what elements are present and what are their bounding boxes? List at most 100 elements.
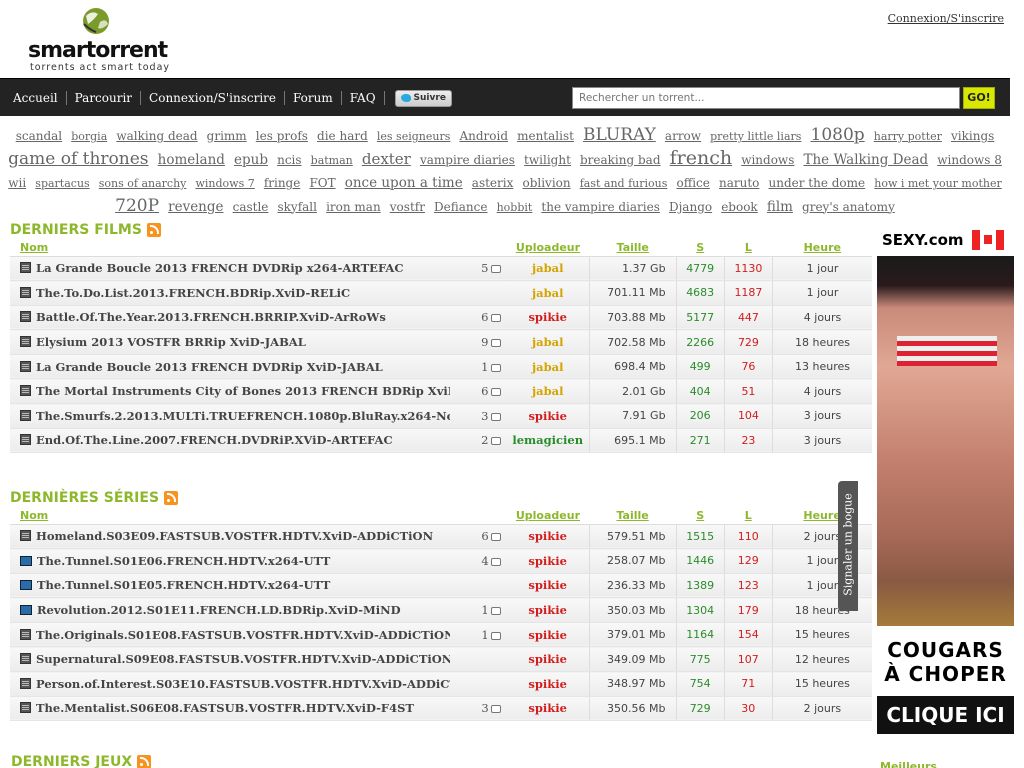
tag-link[interactable]: 720P	[115, 196, 159, 216]
col-leech[interactable]: L	[724, 240, 773, 257]
tag-link[interactable]: ebook	[721, 200, 758, 214]
tag-link[interactable]: scandal	[16, 129, 62, 143]
uploader-cell[interactable]: spikie	[506, 671, 590, 697]
search-go-button[interactable]: GO!	[963, 87, 995, 109]
comments-cell[interactable]: 1	[450, 621, 507, 648]
uploader-cell[interactable]: jabal	[506, 280, 590, 306]
tag-link[interactable]: fringe	[264, 176, 301, 190]
table-row[interactable]: The Mortal Instruments City of Bones 201…	[10, 378, 872, 405]
torrent-name-link[interactable]: The.Smurfs.2.2013.MULTi.TRUEFRENCH.1080p…	[36, 409, 450, 423]
rss-icon[interactable]	[164, 491, 179, 505]
uploader-cell[interactable]: spikie	[506, 548, 590, 574]
top-login-link[interactable]: Connexion/S'inscrire	[888, 12, 1004, 25]
torrent-name-link[interactable]: Revolution.2012.S01E11.FRENCH.LD.BDRip.X…	[37, 603, 401, 617]
tag-link[interactable]: epub	[234, 152, 268, 168]
uploader-cell[interactable]: jabal	[506, 329, 590, 355]
torrent-name-link[interactable]: The.Tunnel.S01E06.FRENCH.HDTV.x264-UTT	[37, 554, 330, 568]
torrent-name-link[interactable]: La Grande Boucle 2013 FRENCH DVDRip XviD…	[36, 360, 383, 374]
table-row[interactable]: Revolution.2012.S01E11.FRENCH.LD.BDRip.X…	[10, 597, 872, 623]
col-uploader[interactable]: Uploadeur	[506, 508, 590, 525]
comments-cell[interactable]: 6	[450, 304, 507, 331]
uploader-cell[interactable]: jabal	[506, 378, 590, 405]
games-section-title[interactable]: DERNIERS JEUX	[11, 754, 132, 768]
tag-link[interactable]: film	[767, 199, 793, 215]
tag-link[interactable]: FOT	[309, 176, 335, 190]
tag-link[interactable]: 1080p	[811, 125, 865, 145]
torrent-name-link[interactable]: End.Of.The.Line.2007.FRENCH.DVDRiP.XViD-…	[36, 433, 393, 447]
table-row[interactable]: The.Tunnel.S01E06.FRENCH.HDTV.x264-UTT 4 s…	[10, 548, 872, 574]
table-row[interactable]: The.Tunnel.S01E05.FRENCH.HDTV.x264-UTT sp…	[10, 572, 872, 599]
tag-link[interactable]: windows	[741, 153, 794, 167]
twitter-follow-button[interactable]: Suivre	[394, 89, 452, 107]
tag-link[interactable]: sons of anarchy	[99, 177, 187, 190]
tag-link[interactable]: grimm	[207, 129, 247, 143]
comments-cell[interactable]	[450, 572, 507, 599]
col-size[interactable]: Taille	[589, 240, 677, 257]
tag-link[interactable]: homeland	[158, 152, 225, 168]
table-row[interactable]: Supernatural.S09E08.FASTSUB.VOSTFR.HDTV.…	[10, 646, 872, 673]
torrent-name-link[interactable]: The.To.Do.List.2013.FRENCH.BDRip.XviD-RE…	[36, 286, 350, 300]
series-section-title[interactable]: DERNIÈRES SÉRIES	[10, 490, 159, 506]
site-logo[interactable]: smartorrent torrents act smart today	[28, 6, 169, 73]
table-row[interactable]: The.To.Do.List.2013.FRENCH.BDRip.XviD-RE…	[10, 280, 872, 306]
sidebar-ad[interactable]: SEXY.com COUGARS À CHOPER CLIQUE ICI	[877, 224, 1014, 738]
torrent-name-link[interactable]: Person.of.Interest.S03E10.FASTSUB.VOSTFR…	[36, 677, 450, 691]
tag-link[interactable]: twilight	[524, 153, 571, 167]
torrent-name-link[interactable]: The.Originals.S01E08.FASTSUB.VOSTFR.HDTV…	[36, 628, 450, 642]
uploader-cell[interactable]: spikie	[506, 572, 590, 599]
comments-cell[interactable]	[450, 646, 507, 673]
col-leech[interactable]: L	[724, 508, 773, 525]
comments-cell[interactable]: 3	[450, 695, 507, 722]
uploader-cell[interactable]: spikie	[506, 646, 590, 673]
tag-link[interactable]: Django	[669, 200, 712, 214]
tag-link[interactable]: french	[670, 147, 732, 169]
tag-link[interactable]: once upon a time	[345, 175, 463, 191]
tag-link[interactable]: office	[676, 176, 709, 190]
col-name[interactable]: Nom	[10, 508, 507, 525]
tag-link[interactable]: windows 7	[195, 177, 254, 190]
tag-link[interactable]: mentalist	[517, 129, 574, 143]
films-section-title[interactable]: DERNIERS FILMS	[10, 222, 142, 238]
uploader-cell[interactable]: spikie	[506, 597, 590, 623]
tag-link[interactable]: revenge	[168, 199, 223, 215]
uploader-cell[interactable]: jabal	[506, 255, 590, 282]
table-row[interactable]: End.Of.The.Line.2007.FRENCH.DVDRiP.XViD-…	[10, 427, 872, 454]
col-time[interactable]: Heure	[772, 240, 872, 257]
table-row[interactable]: Homeland.S03E09.FASTSUB.VOSTFR.HDTV.XviD…	[10, 523, 872, 550]
tag-link[interactable]: arrow	[665, 129, 701, 143]
tag-link[interactable]: Android	[459, 129, 508, 143]
tag-link[interactable]: the vampire diaries	[541, 200, 659, 214]
table-row[interactable]: La Grande Boucle 2013 FRENCH DVDRip XviD…	[10, 353, 872, 380]
tag-link[interactable]: asterix	[472, 176, 514, 190]
col-size[interactable]: Taille	[589, 508, 677, 525]
comments-cell[interactable]	[450, 671, 507, 697]
torrent-name-link[interactable]: Elysium 2013 VOSTFR BRRip XviD-JABAL	[36, 335, 306, 349]
comments-cell[interactable]: 6	[450, 523, 507, 550]
tag-link[interactable]: breaking bad	[580, 153, 661, 167]
uploader-cell[interactable]: spikie	[506, 304, 590, 331]
col-seed[interactable]: S	[676, 240, 725, 257]
tag-link[interactable]: oblivion	[522, 176, 570, 190]
tag-link[interactable]: windows 8	[937, 153, 1002, 167]
torrent-name-link[interactable]: La Grande Boucle 2013 FRENCH DVDRip x264…	[36, 261, 404, 275]
nav-forum[interactable]: Forum	[285, 91, 342, 105]
comments-cell[interactable]	[450, 280, 507, 306]
tag-link[interactable]: Defiance	[434, 200, 487, 214]
tag-link[interactable]: borgia	[71, 130, 107, 143]
table-row[interactable]: La Grande Boucle 2013 FRENCH DVDRip x264…	[10, 255, 872, 282]
tag-link[interactable]: batman	[311, 154, 353, 167]
table-row[interactable]: The.Smurfs.2.2013.MULTi.TRUEFRENCH.1080p…	[10, 403, 872, 429]
torrent-name-link[interactable]: Battle.Of.The.Year.2013.FRENCH.BRRIP.Xvi…	[36, 310, 386, 324]
table-row[interactable]: Battle.Of.The.Year.2013.FRENCH.BRRIP.Xvi…	[10, 304, 872, 331]
tag-link[interactable]: under the dome	[768, 176, 865, 190]
tag-link[interactable]: skyfall	[278, 200, 317, 214]
tag-link[interactable]: BLURAY	[583, 125, 656, 145]
uploader-cell[interactable]: spikie	[506, 403, 590, 429]
tag-link[interactable]: hobbit	[497, 201, 533, 214]
torrent-name-link[interactable]: The.Tunnel.S01E05.FRENCH.HDTV.x264-UTT	[37, 578, 330, 592]
tag-link[interactable]: castle	[233, 200, 269, 214]
col-seed[interactable]: S	[676, 508, 725, 525]
uploader-cell[interactable]: spikie	[506, 621, 590, 648]
tag-link[interactable]: spartacus	[35, 177, 89, 190]
col-uploader[interactable]: Uploadeur	[506, 240, 590, 257]
